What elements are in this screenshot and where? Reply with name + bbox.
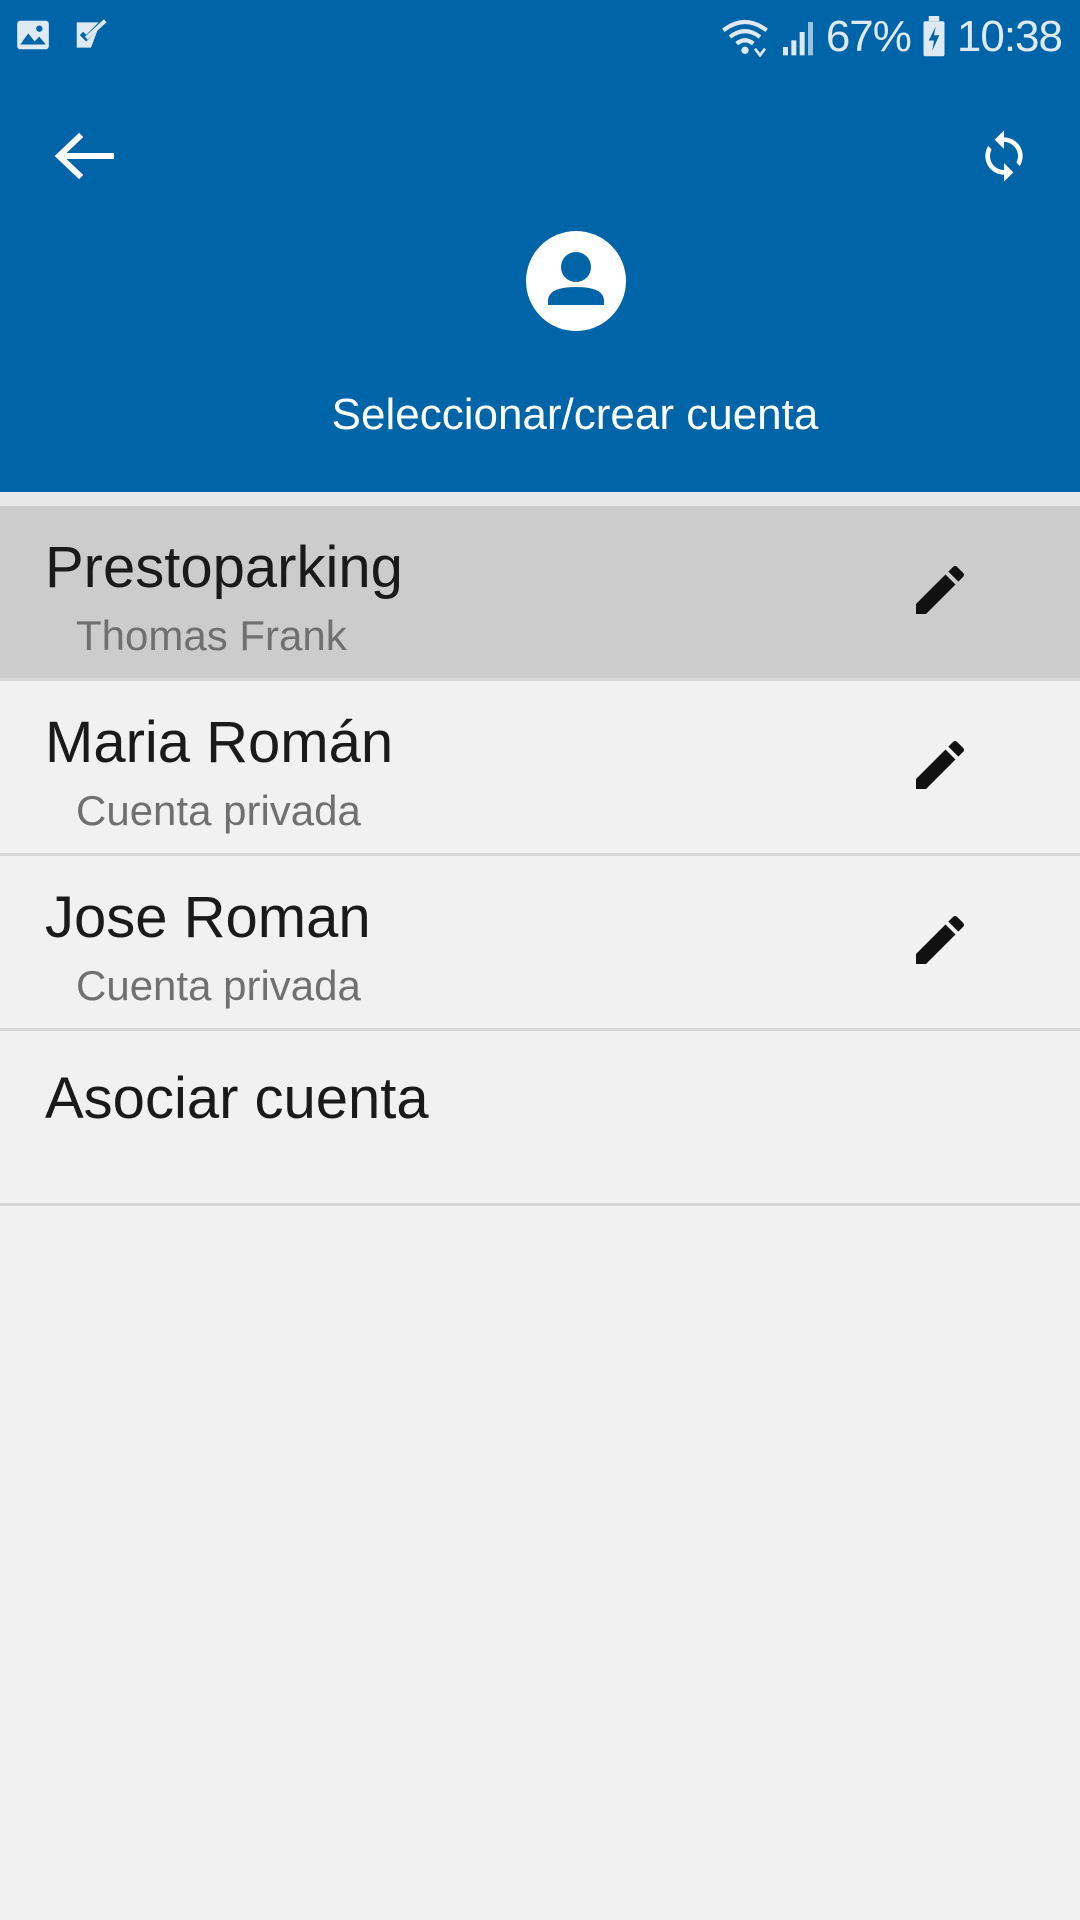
status-right-icons: 67% 10:38	[720, 10, 1063, 64]
battery-percent: 67%	[825, 12, 912, 61]
edit-pencil-icon	[916, 565, 965, 614]
app-header: 67% 10:38 Seleccionar/crear cuenta	[0, 0, 1080, 492]
sync-button[interactable]	[956, 108, 1052, 204]
back-button[interactable]	[36, 108, 132, 204]
account-subtitle: Cuenta privada	[76, 962, 361, 1009]
associate-account-item[interactable]: Asociar cuenta	[0, 1031, 1080, 1206]
clock: 10:38	[956, 12, 1063, 61]
account-name: Prestoparking	[45, 535, 403, 600]
edit-account-button[interactable]	[900, 725, 980, 805]
edit-account-button[interactable]	[900, 550, 980, 630]
account-list: Prestoparking Thomas Frank Maria Román C…	[0, 492, 1080, 1206]
battery-charging-icon	[923, 16, 945, 57]
page-title: Seleccionar/crear cuenta	[331, 390, 819, 439]
gallery-icon	[17, 20, 49, 50]
checklist-icon	[76, 19, 107, 48]
edit-pencil-icon	[916, 915, 965, 964]
account-item-maria-roman[interactable]: Maria Román Cuenta privada	[0, 681, 1080, 856]
account-circle-icon	[526, 231, 626, 331]
sync-icon	[985, 130, 1023, 182]
status-left-icons	[14, 16, 110, 54]
associate-account-label: Asociar cuenta	[45, 1066, 429, 1131]
arrow-back-icon	[54, 132, 114, 180]
account-item-jose-roman[interactable]: Jose Roman Cuenta privada	[0, 856, 1080, 1031]
edit-pencil-icon	[916, 740, 965, 789]
edit-account-button[interactable]	[900, 900, 980, 980]
account-subtitle: Cuenta privada	[76, 787, 361, 834]
account-name: Maria Román	[45, 710, 394, 775]
signal-icon	[782, 22, 813, 56]
account-item-prestoparking[interactable]: Prestoparking Thomas Frank	[0, 506, 1080, 681]
account-name: Jose Roman	[45, 885, 371, 950]
account-subtitle: Thomas Frank	[76, 612, 347, 659]
status-bar: 67% 10:38	[0, 0, 1080, 72]
list-divider	[0, 492, 1080, 506]
wifi-icon	[721, 19, 768, 57]
